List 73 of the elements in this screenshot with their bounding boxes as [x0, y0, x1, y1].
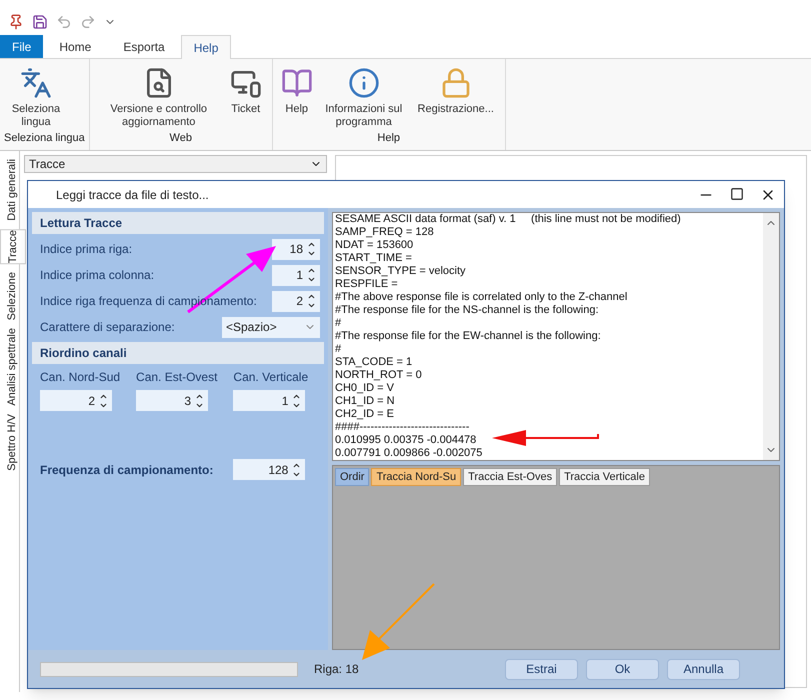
side-tab[interactable]: Analisi spettrale	[0, 328, 24, 406]
channel-label: Can. Nord-Sud	[40, 369, 120, 386]
file-line: START_TIME =	[335, 252, 412, 265]
side-tab[interactable]: Tracce	[0, 228, 26, 264]
file-line: RESPFILE =	[335, 278, 398, 291]
lock-icon	[440, 67, 472, 99]
channel-label: Can. Verticale	[233, 369, 308, 386]
save-icon[interactable]	[32, 14, 48, 30]
file-line: #The above response file is correlated only to the Z-channel	[335, 291, 628, 304]
group-label: Help	[376, 130, 402, 146]
field-label: Indice prima colonna:	[40, 267, 154, 284]
spin-field[interactable]: 2	[272, 290, 320, 312]
group-label: Web	[168, 130, 193, 146]
book-icon	[280, 67, 313, 99]
preview-tab[interactable]: Traccia Est-Oves	[463, 468, 558, 486]
file-line: #	[335, 343, 342, 356]
file-line: CH2_ID = E	[335, 408, 394, 421]
ribbon-button[interactable]: Ticket	[224, 67, 268, 130]
spin-field[interactable]: 128	[233, 459, 306, 480]
file-line: ####------------------------------	[335, 421, 470, 434]
file-line: STA_CODE = 1	[335, 356, 412, 369]
ribbon-tab[interactable]: File	[0, 35, 44, 58]
ribbon-tab[interactable]: Home	[43, 35, 108, 58]
side-tab[interactable]: Dati generali	[0, 159, 24, 221]
file-line: SENSOR_TYPE = velocity	[335, 265, 466, 278]
ribbon-button[interactable]: Versione e controllo aggiornamento	[94, 67, 224, 130]
ribbon-button[interactable]: Registrazione...	[410, 67, 501, 130]
ribbon-button[interactable]: Seleziona lingua	[4, 67, 68, 130]
spin-field[interactable]: 18	[272, 238, 320, 260]
file-text-area[interactable]	[332, 212, 780, 461]
file-line: CH0_ID = V	[335, 382, 394, 395]
file-line: 0.007791 0.009866 -0.002075	[335, 447, 482, 460]
field-label: Indice prima riga:	[40, 241, 132, 258]
file-line: #The response file for the NS-channel is the following:	[335, 304, 599, 317]
ribbon-tab[interactable]: Esporta	[107, 35, 181, 58]
spin-field[interactable]: 1	[272, 264, 320, 286]
spin-field[interactable]: 3	[136, 390, 208, 411]
file-line: NDAT = 153600	[335, 239, 414, 252]
side-tab[interactable]: Selezione	[0, 272, 24, 320]
ribbon-button[interactable]: Informazioni sul programma	[316, 67, 411, 130]
section-header: Riordino canali	[32, 342, 324, 364]
sampling-label: Frequenza di campionamento:	[40, 462, 214, 478]
dialog-title: Leggi tracce da file di testo...	[56, 186, 209, 204]
preview-tab[interactable]: Traccia Verticale	[559, 468, 650, 486]
file-line: SESAME ASCII data format (saf) v. 1 (this line must not be modified)	[335, 213, 681, 226]
file-line: #	[335, 317, 342, 330]
info-icon	[348, 67, 380, 99]
separator-combo[interactable]: <Spazio>	[222, 316, 320, 338]
channel-label: Can. Est-Ovest	[136, 369, 218, 386]
maximize-icon[interactable]	[730, 186, 744, 200]
file-line: SAMP_FREQ = 128	[335, 226, 434, 239]
group-label: Seleziona lingua	[4, 130, 85, 146]
preview-tab[interactable]: Ordir	[335, 468, 370, 486]
file-line: 0.010995 0.00375 -0.004478	[335, 434, 476, 447]
row-status: Riga: 18	[314, 661, 360, 678]
file-line: #The response file for the EW-channel is the following:	[335, 330, 601, 343]
scrollbar[interactable]	[763, 213, 779, 460]
preview-tab[interactable]: Traccia Nord-Su	[371, 468, 462, 486]
spin-field[interactable]: 2	[40, 390, 112, 411]
section-header: Lettura Tracce	[32, 212, 324, 234]
file-line: NORTH_ROT = 0	[335, 369, 422, 382]
file-line: CH1_ID = N	[335, 395, 395, 408]
dialog-button[interactable]: Estrai	[505, 658, 578, 680]
side-tab[interactable]: Spettro H/V	[0, 414, 24, 471]
field-label: Carattere di separazione:	[40, 319, 175, 336]
language-icon	[20, 67, 52, 99]
dialog-button[interactable]: Ok	[586, 658, 659, 680]
trace-combo[interactable]: Tracce	[24, 155, 327, 173]
ribbon-button[interactable]: Help	[276, 67, 317, 130]
pin-icon[interactable]	[8, 14, 24, 30]
spin-field[interactable]: 1	[233, 390, 306, 411]
ribbon-tab[interactable]: Help	[180, 35, 232, 59]
dialog-button[interactable]: Annulla	[667, 658, 740, 680]
